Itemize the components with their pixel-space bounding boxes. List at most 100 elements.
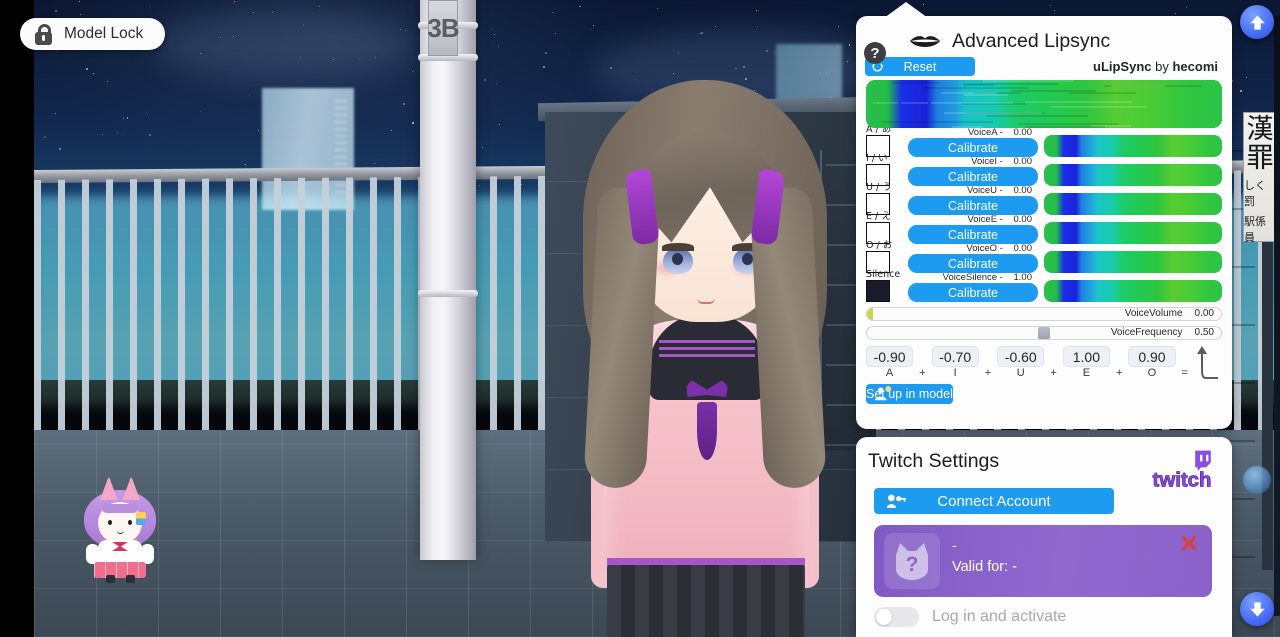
vowel-spectrogram — [1044, 280, 1222, 302]
pole-number-plate: 3B — [427, 0, 460, 56]
lips-icon — [910, 35, 940, 47]
connect-account-button[interactable]: Connect Account — [874, 488, 1114, 514]
voice-slider[interactable]: VoiceFrequency 0.50 — [866, 326, 1222, 340]
vowel-param-readout: VoiceSilence - 1.00 — [942, 272, 1032, 283]
vowel-param-readout: VoiceE - 0.00 — [967, 214, 1032, 225]
kanji-sign: 漢 罪 しく罰 駅係員 — [1243, 112, 1277, 244]
vowel-weight-label: E — [1082, 367, 1091, 379]
vowel-param-readout: VoiceA - 0.00 — [967, 127, 1033, 138]
vowel-param-readout: VoiceO - 0.00 — [966, 243, 1033, 254]
vowel-weight-input[interactable]: -0.90 — [866, 346, 914, 367]
mascot-leg-left — [106, 575, 115, 583]
brand-by: by — [1151, 59, 1173, 74]
toggle-knob — [876, 609, 892, 625]
vowel-param-readout: VoiceI - 0.00 — [971, 156, 1033, 167]
calibrate-button[interactable]: Calibrate — [908, 283, 1038, 302]
slider-name: VoiceVolume — [1124, 308, 1183, 319]
unlocked-padlock-icon — [34, 23, 53, 45]
formula-operator: + — [1115, 367, 1123, 379]
slider-knob[interactable] — [1038, 327, 1050, 339]
scroll-up-button[interactable] — [1240, 5, 1274, 39]
calibrate-button[interactable]: Calibrate — [908, 196, 1038, 215]
vowel-param-name: VoiceU — [966, 185, 998, 196]
vowel-spectrogram — [1044, 193, 1222, 215]
question-mark-icon[interactable]: ? — [864, 42, 886, 64]
avatar-eye-left — [662, 243, 694, 274]
svg-text:twitch: twitch — [1153, 470, 1212, 492]
vowel-param-readout: VoiceU - 0.00 — [966, 185, 1032, 196]
advanced-lipsync-panel: ? Advanced Lipsync Reset uLipSync by hec… — [856, 2, 1232, 429]
slider-name: VoiceFrequency — [1110, 327, 1183, 338]
vowel-weight-label: A — [885, 367, 894, 379]
vowel-weight-formula: -0.90 A + -0.70 I + -0.60 U +1.00 E +0.90 O = — [856, 340, 1232, 380]
vtuber-avatar[interactable] — [545, 58, 865, 637]
model-lock-label: Model Lock — [64, 25, 144, 42]
vowel-param-name: VoiceSilence — [942, 272, 998, 283]
vowel-weight-label: U — [1016, 367, 1025, 379]
vowel-weight-input[interactable]: -0.70 — [931, 346, 979, 367]
panel-pointer — [884, 2, 928, 18]
vowel-weight-input[interactable]: 1.00 — [1062, 346, 1110, 367]
pole-ring — [418, 290, 478, 297]
model-lock-button[interactable]: Model Lock — [20, 18, 166, 50]
slider-readout: VoiceVolume 0.00 — [1125, 308, 1214, 320]
vowel-control: VoiceI - 0.00 Calibrate — [908, 156, 1038, 186]
mascot-badge — [136, 512, 146, 525]
mascot-visor — [102, 504, 138, 513]
twitch-settings-panel: Twitch Settings twitch Connect Account ? — [856, 437, 1232, 637]
vowel-param-value: 0.00 — [1013, 156, 1033, 167]
lipsync-title: Advanced Lipsync — [952, 30, 1111, 52]
voice-slider[interactable]: VoiceVolume 0.00 — [866, 307, 1222, 321]
vowel-weight-cell: 0.90 O — [1128, 346, 1176, 380]
person-add-icon — [874, 386, 892, 401]
vowel-control: VoiceSilence - 1.00 Calibrate — [908, 272, 1038, 302]
slider-fill — [867, 308, 873, 320]
vowel-weight-cell: -0.60 U — [997, 346, 1045, 380]
vowel-label: I / い — [866, 153, 888, 164]
calibrate-button[interactable]: Calibrate — [908, 254, 1038, 273]
scroll-down-button[interactable] — [1240, 592, 1274, 626]
calibrate-button[interactable]: Calibrate — [908, 138, 1038, 157]
vowel-weight-input[interactable]: -0.60 — [997, 346, 1045, 367]
connect-account-label: Connect Account — [937, 492, 1051, 510]
set-up-in-model-button[interactable]: Set up in model — [866, 384, 953, 404]
formula-equals: = — [1181, 367, 1188, 379]
avatar-ribbon-tail — [697, 402, 717, 460]
kanji-mid: 罪 — [1246, 142, 1274, 174]
calibrate-button[interactable]: Calibrate — [908, 225, 1038, 244]
account-key-icon — [886, 494, 906, 508]
svg-text:?: ? — [906, 553, 919, 576]
arrow-down-icon — [1249, 601, 1265, 617]
vowel-row: Silence VoiceSilence - 1.00 Calibrate — [856, 270, 1232, 302]
unknown-cat-avatar-icon: ? — [884, 533, 940, 589]
vowel-label: U / う — [866, 182, 892, 193]
mascot-character[interactable] — [82, 476, 158, 583]
vowel-param-name: VoiceI — [971, 156, 998, 167]
ulipsync-credit: uLipSync by hecomi — [1093, 59, 1218, 74]
red-x-icon[interactable]: ✕ — [1178, 533, 1200, 557]
vowel-control: VoiceO - 0.00 Calibrate — [908, 243, 1038, 273]
vowel-weight-input[interactable]: 0.90 — [1128, 346, 1176, 367]
mascot-leg-right — [126, 575, 135, 583]
voice-sliders: VoiceVolume 0.00 VoiceFrequency 0.50 — [856, 307, 1232, 340]
vowel-calibration-rows: A / あ VoiceA - 0.00 Calibrate I / い VoiceI -… — [856, 125, 1232, 302]
calibrate-button[interactable]: Calibrate — [908, 167, 1038, 186]
lipsync-header: Advanced Lipsync — [856, 16, 1232, 53]
vowel-spectrogram — [1044, 135, 1222, 157]
audio-spectrogram — [866, 80, 1222, 128]
login-activate-toggle[interactable] — [874, 607, 919, 627]
vowel-spectrogram — [1044, 164, 1222, 186]
vowel-weight-cell: 1.00 E — [1062, 346, 1110, 380]
letterbox-left — [0, 0, 34, 637]
vowel-color-swatch[interactable] — [866, 280, 890, 302]
twitch-account-card: ? - Valid for: - ✕ — [874, 525, 1212, 597]
circle-handle-icon[interactable] — [1243, 466, 1271, 494]
arrow-up-icon — [1249, 14, 1265, 30]
vowel-param-value: 0.00 — [1013, 127, 1033, 138]
formula-operator: + — [984, 367, 992, 379]
login-activate-label: Log in and activate — [932, 608, 1067, 625]
vowel-param-value: 0.00 — [1013, 243, 1033, 254]
reset-row: Reset uLipSync by hecomi — [856, 53, 1232, 76]
vowel-weight-label: I — [953, 367, 957, 379]
kanji-small: しく罰 — [1244, 179, 1266, 209]
